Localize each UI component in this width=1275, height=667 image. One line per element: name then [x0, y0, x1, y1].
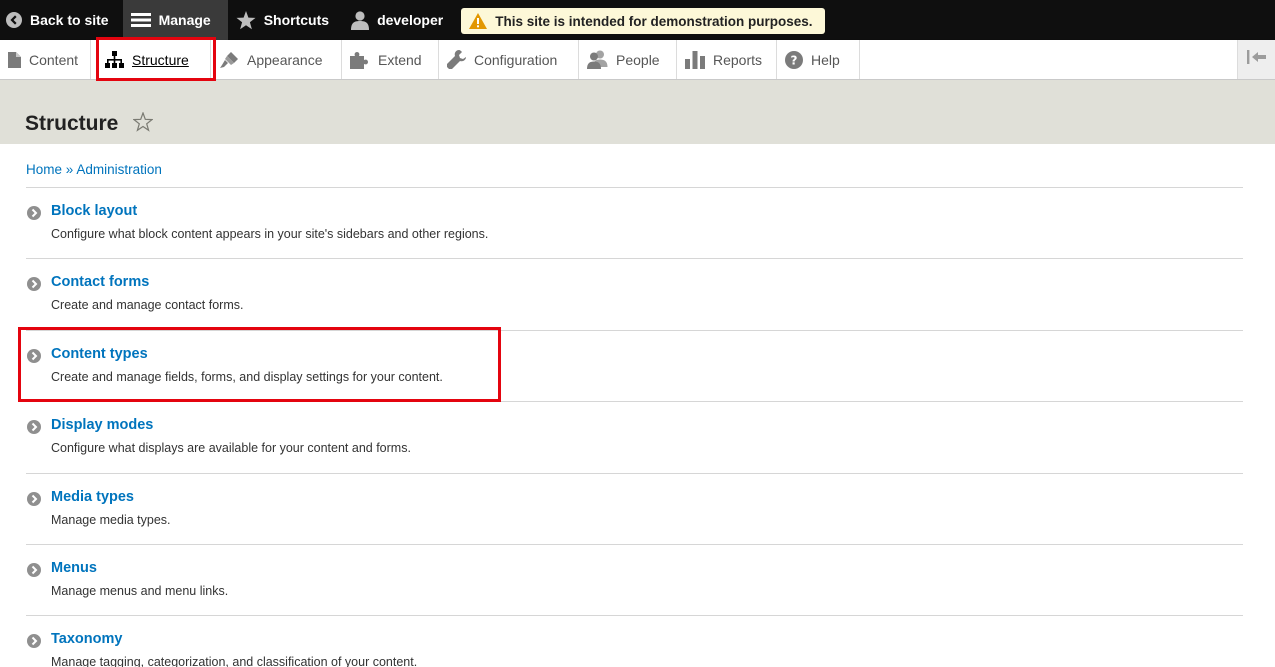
list-item-title[interactable]: Contact forms — [51, 274, 149, 290]
list-item-media-types: Media types Manage media types. — [26, 474, 1243, 545]
chevron-right-circle-icon — [27, 206, 41, 220]
list-item-description: Manage menus and menu links. — [51, 583, 229, 598]
admin-toolbar: Back to site Manage Shortcuts developer … — [0, 0, 1275, 40]
chevron-right-circle-icon — [27, 277, 41, 292]
shortcuts-tab[interactable]: Shortcuts — [228, 0, 343, 40]
tray-item-help[interactable]: ? Help — [777, 40, 860, 79]
puzzle-icon — [350, 51, 370, 69]
demo-warning-badge: This site is intended for demonstration … — [461, 8, 825, 34]
list-item-description: Manage media types. — [51, 512, 171, 527]
tray-item-label: People — [616, 51, 660, 68]
shortcuts-label: Shortcuts — [263, 12, 330, 28]
bar-chart-icon — [685, 50, 705, 69]
tray-item-people[interactable]: People — [579, 40, 677, 79]
chevron-right-circle-icon — [27, 420, 41, 435]
list-item-description: Configure what displays are available fo… — [51, 441, 411, 456]
manage-label: Manage — [158, 12, 211, 28]
tray-item-label: Appearance — [247, 51, 323, 68]
help-icon: ? — [785, 50, 803, 69]
user-icon — [351, 10, 370, 30]
list-item-description: Configure what block content appears in … — [51, 227, 489, 241]
tray-item-extend[interactable]: Extend — [342, 40, 439, 79]
chevron-right-circle-icon — [27, 562, 41, 577]
user-tab[interactable]: developer — [343, 0, 457, 40]
tray-item-label: Content — [29, 51, 79, 68]
list-item-display-modes: Display modes Configure what displays ar… — [26, 402, 1243, 474]
list-item-title[interactable]: Taxonomy — [51, 631, 122, 647]
list-item-menus: Menus Manage menus and menu links. — [26, 545, 1243, 617]
paintbrush-icon — [219, 51, 239, 69]
tray-item-label: Configuration — [474, 51, 558, 68]
breadcrumb-separator: » — [65, 162, 74, 177]
back-to-site-label: Back to site — [30, 12, 109, 28]
tray-item-label: Extend — [378, 51, 422, 68]
list-item-title[interactable]: Menus — [51, 560, 97, 576]
page-title: Structure — [25, 112, 119, 135]
add-shortcut-star-icon[interactable] — [132, 111, 154, 137]
user-label: developer — [377, 12, 444, 28]
breadcrumb-administration-link[interactable]: Administration — [76, 162, 162, 177]
chevron-right-circle-icon — [27, 634, 41, 649]
page-header-band — [0, 80, 1275, 144]
people-icon — [587, 50, 608, 69]
hamburger-icon — [130, 12, 151, 28]
tray-item-configuration[interactable]: Configuration — [439, 40, 579, 79]
tray-item-appearance[interactable]: Appearance — [211, 40, 342, 79]
admin-list: Block layout Configure what block conten… — [26, 188, 1243, 667]
tray-item-label: Reports — [713, 51, 763, 68]
wrench-icon — [447, 50, 466, 69]
tray-item-reports[interactable]: Reports — [677, 40, 777, 79]
list-item-title[interactable]: Block layout — [51, 203, 137, 219]
list-item-block-layout: Block layout Configure what block conten… — [26, 188, 1243, 260]
list-item-description: Manage tagging, categorization, and clas… — [51, 655, 418, 667]
collapse-left-icon — [1246, 50, 1267, 69]
tray-item-content[interactable]: Content — [0, 40, 91, 79]
star-icon — [236, 10, 256, 30]
tray-item-label: Help — [811, 51, 840, 68]
file-icon — [8, 51, 21, 68]
breadcrumb-home-link[interactable]: Home — [26, 162, 62, 177]
breadcrumb: Home » Administration — [26, 162, 162, 177]
chevron-left-circle-icon — [6, 12, 22, 28]
back-to-site-link[interactable]: Back to site — [0, 0, 123, 40]
chevron-right-circle-icon — [27, 491, 41, 506]
list-item-taxonomy: Taxonomy Manage tagging, categorization,… — [26, 616, 1243, 667]
svg-text:?: ? — [791, 53, 798, 67]
highlight-box-structure — [96, 37, 216, 81]
list-item-description: Create and manage contact forms. — [51, 298, 244, 313]
warning-icon — [469, 13, 488, 29]
manage-tab[interactable]: Manage — [122, 0, 228, 40]
tray-orientation-toggle[interactable] — [1237, 40, 1275, 79]
list-item-contact-forms: Contact forms Create and manage contact … — [26, 259, 1243, 331]
list-item-title[interactable]: Media types — [51, 489, 134, 505]
demo-warning-text: This site is intended for demonstration … — [495, 13, 813, 29]
highlight-box-content-types — [18, 327, 501, 402]
list-item-title[interactable]: Display modes — [51, 417, 153, 433]
